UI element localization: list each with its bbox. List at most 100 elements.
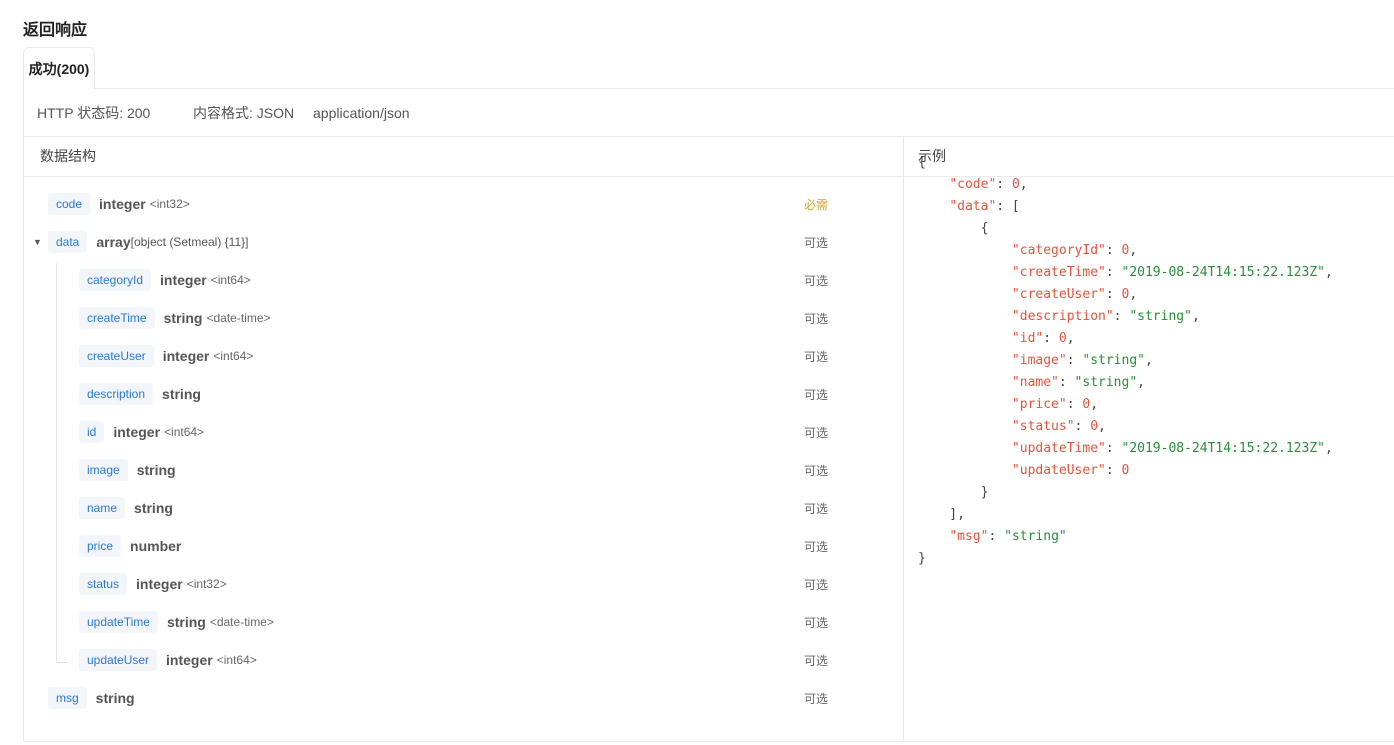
field-format: <int64> xyxy=(210,273,251,287)
optional-label: 可选 xyxy=(804,425,829,440)
section-title: 返回响应 xyxy=(23,22,88,39)
optional-label: 可选 xyxy=(804,235,829,250)
json-key: "data" xyxy=(949,199,997,214)
schema-row-price: price number 可选 xyxy=(24,527,903,565)
field-name-tag: code xyxy=(48,193,91,215)
example-column: 示例 { "code": 0, "data": [ { "categoryId"… xyxy=(903,136,1394,741)
field-type: string xyxy=(95,690,135,706)
field-type: array xyxy=(96,234,131,250)
field-name-tag: price xyxy=(79,535,122,557)
json-key: "name" xyxy=(1011,375,1059,390)
json-string: "2019-08-24T14:15:22.123Z" xyxy=(1121,441,1326,456)
optional-label: 可选 xyxy=(804,539,829,554)
json-key: "status" xyxy=(1011,419,1075,434)
caret-down-icon[interactable]: ▼ xyxy=(33,237,42,247)
json-number: 0 xyxy=(1058,331,1067,346)
schema-row-description: description string 可选 xyxy=(24,375,903,413)
schema-row-code: code integer <int32> 必需 xyxy=(24,185,903,223)
json-string: "string" xyxy=(1082,353,1145,368)
json-number: 0 xyxy=(1011,177,1020,192)
json-key: "createTime" xyxy=(1011,265,1106,280)
json-key: "createUser" xyxy=(1011,287,1106,302)
field-type: string xyxy=(134,500,173,516)
schema-row-msg: msg string 可选 xyxy=(24,679,903,717)
json-string: "string" xyxy=(1004,529,1067,544)
field-type: integer xyxy=(160,272,207,288)
field-name-tag: description xyxy=(79,383,154,405)
json-key: "description" xyxy=(1011,309,1114,324)
field-type: integer xyxy=(113,424,161,440)
field-format: <int64> xyxy=(213,349,254,363)
response-panel: HTTP 状态码: 200 内容格式: JSON application/jso… xyxy=(23,88,1394,742)
optional-label: 可选 xyxy=(804,273,829,288)
field-type: string xyxy=(136,462,176,478)
field-name-tag: msg xyxy=(48,687,87,709)
json-key: "price" xyxy=(1011,397,1067,412)
schema-row-updateTime: updateTime string <date-time> 可选 xyxy=(24,603,903,641)
schema-header: 数据结构 xyxy=(24,136,903,177)
json-key: "id" xyxy=(1011,331,1044,346)
json-key: "code" xyxy=(949,177,997,192)
field-name-tag: updateTime xyxy=(79,611,158,633)
json-key: "categoryId" xyxy=(1011,243,1106,258)
field-type: string xyxy=(166,614,206,630)
tab-success-200[interactable]: 成功(200) xyxy=(23,47,95,89)
optional-label: 可选 xyxy=(804,311,829,326)
field-format: <date-time> xyxy=(206,311,271,325)
field-name-tag: createTime xyxy=(79,307,155,329)
optional-label: 可选 xyxy=(804,691,829,706)
schema-row-createTime: createTime string <date-time> 可选 xyxy=(24,299,903,337)
optional-label: 可选 xyxy=(804,463,829,478)
optional-label: 可选 xyxy=(804,501,829,516)
field-type: string xyxy=(162,386,201,402)
json-example-code: { "code": 0, "data": [ { "categoryId": 0… xyxy=(918,155,1333,566)
schema-row-categoryId: categoryId integer <int64> 可选 xyxy=(24,261,903,299)
field-format: <int32> xyxy=(149,197,190,211)
json-string: "string" xyxy=(1129,309,1192,324)
field-name-tag: data xyxy=(48,231,88,253)
json-number: 0 xyxy=(1121,463,1130,478)
json-string: "2019-08-24T14:15:22.123Z" xyxy=(1121,265,1326,280)
json-key: "image" xyxy=(1011,353,1067,368)
schema-row-updateUser: updateUser integer <int64> 可选 xyxy=(24,641,903,679)
json-key: "updateTime" xyxy=(1011,441,1106,456)
field-format: <int32> xyxy=(186,577,227,591)
optional-label: 可选 xyxy=(804,615,829,630)
field-type: string xyxy=(163,310,203,326)
optional-label: 可选 xyxy=(804,653,829,668)
optional-label: 可选 xyxy=(804,349,829,364)
schema-row-image: image string 可选 xyxy=(24,451,903,489)
field-name-tag: createUser xyxy=(79,345,154,367)
optional-label: 可选 xyxy=(804,387,829,402)
field-type: integer xyxy=(99,196,146,212)
schema-row-name: name string 可选 xyxy=(24,489,903,527)
schema-row-id: id integer <int64> 可选 xyxy=(24,413,903,451)
field-name-tag: updateUser xyxy=(79,649,158,671)
optional-label: 可选 xyxy=(804,577,829,592)
field-name-tag: categoryId xyxy=(79,269,152,291)
json-string: "string" xyxy=(1074,375,1138,390)
schema-row-data[interactable]: ▼ data array [object (Setmeal) {11}] 可选 xyxy=(24,223,903,261)
content-format: 内容格式: JSON xyxy=(193,104,295,121)
schema-row-createUser: createUser integer <int64> 可选 xyxy=(24,337,903,375)
schema-column: 数据结构 code integer <int32> 必需 ▼ data arra… xyxy=(24,136,904,741)
json-number: 0 xyxy=(1090,419,1099,434)
json-key: "updateUser" xyxy=(1011,463,1106,478)
field-type: integer xyxy=(162,348,210,364)
schema-row-status: status integer <int32> 可选 xyxy=(24,565,903,603)
field-name-tag: id xyxy=(79,421,105,443)
field-type: integer xyxy=(166,652,213,668)
field-type: number xyxy=(130,538,182,554)
field-name-tag: name xyxy=(79,497,126,519)
field-name-tag: image xyxy=(79,459,128,481)
response-meta-bar: HTTP 状态码: 200 内容格式: JSON application/jso… xyxy=(24,89,1394,137)
field-format: <int64> xyxy=(164,425,205,439)
field-type: integer xyxy=(136,576,183,592)
field-format: <date-time> xyxy=(209,615,274,629)
field-name-tag: status xyxy=(79,573,128,595)
http-status-code: HTTP 状态码: 200 xyxy=(37,104,151,121)
required-label: 必需 xyxy=(804,197,829,212)
field-format: [object (Setmeal) {11}] xyxy=(130,235,249,249)
content-type: application/json xyxy=(313,104,410,121)
json-key: "msg" xyxy=(949,529,989,544)
